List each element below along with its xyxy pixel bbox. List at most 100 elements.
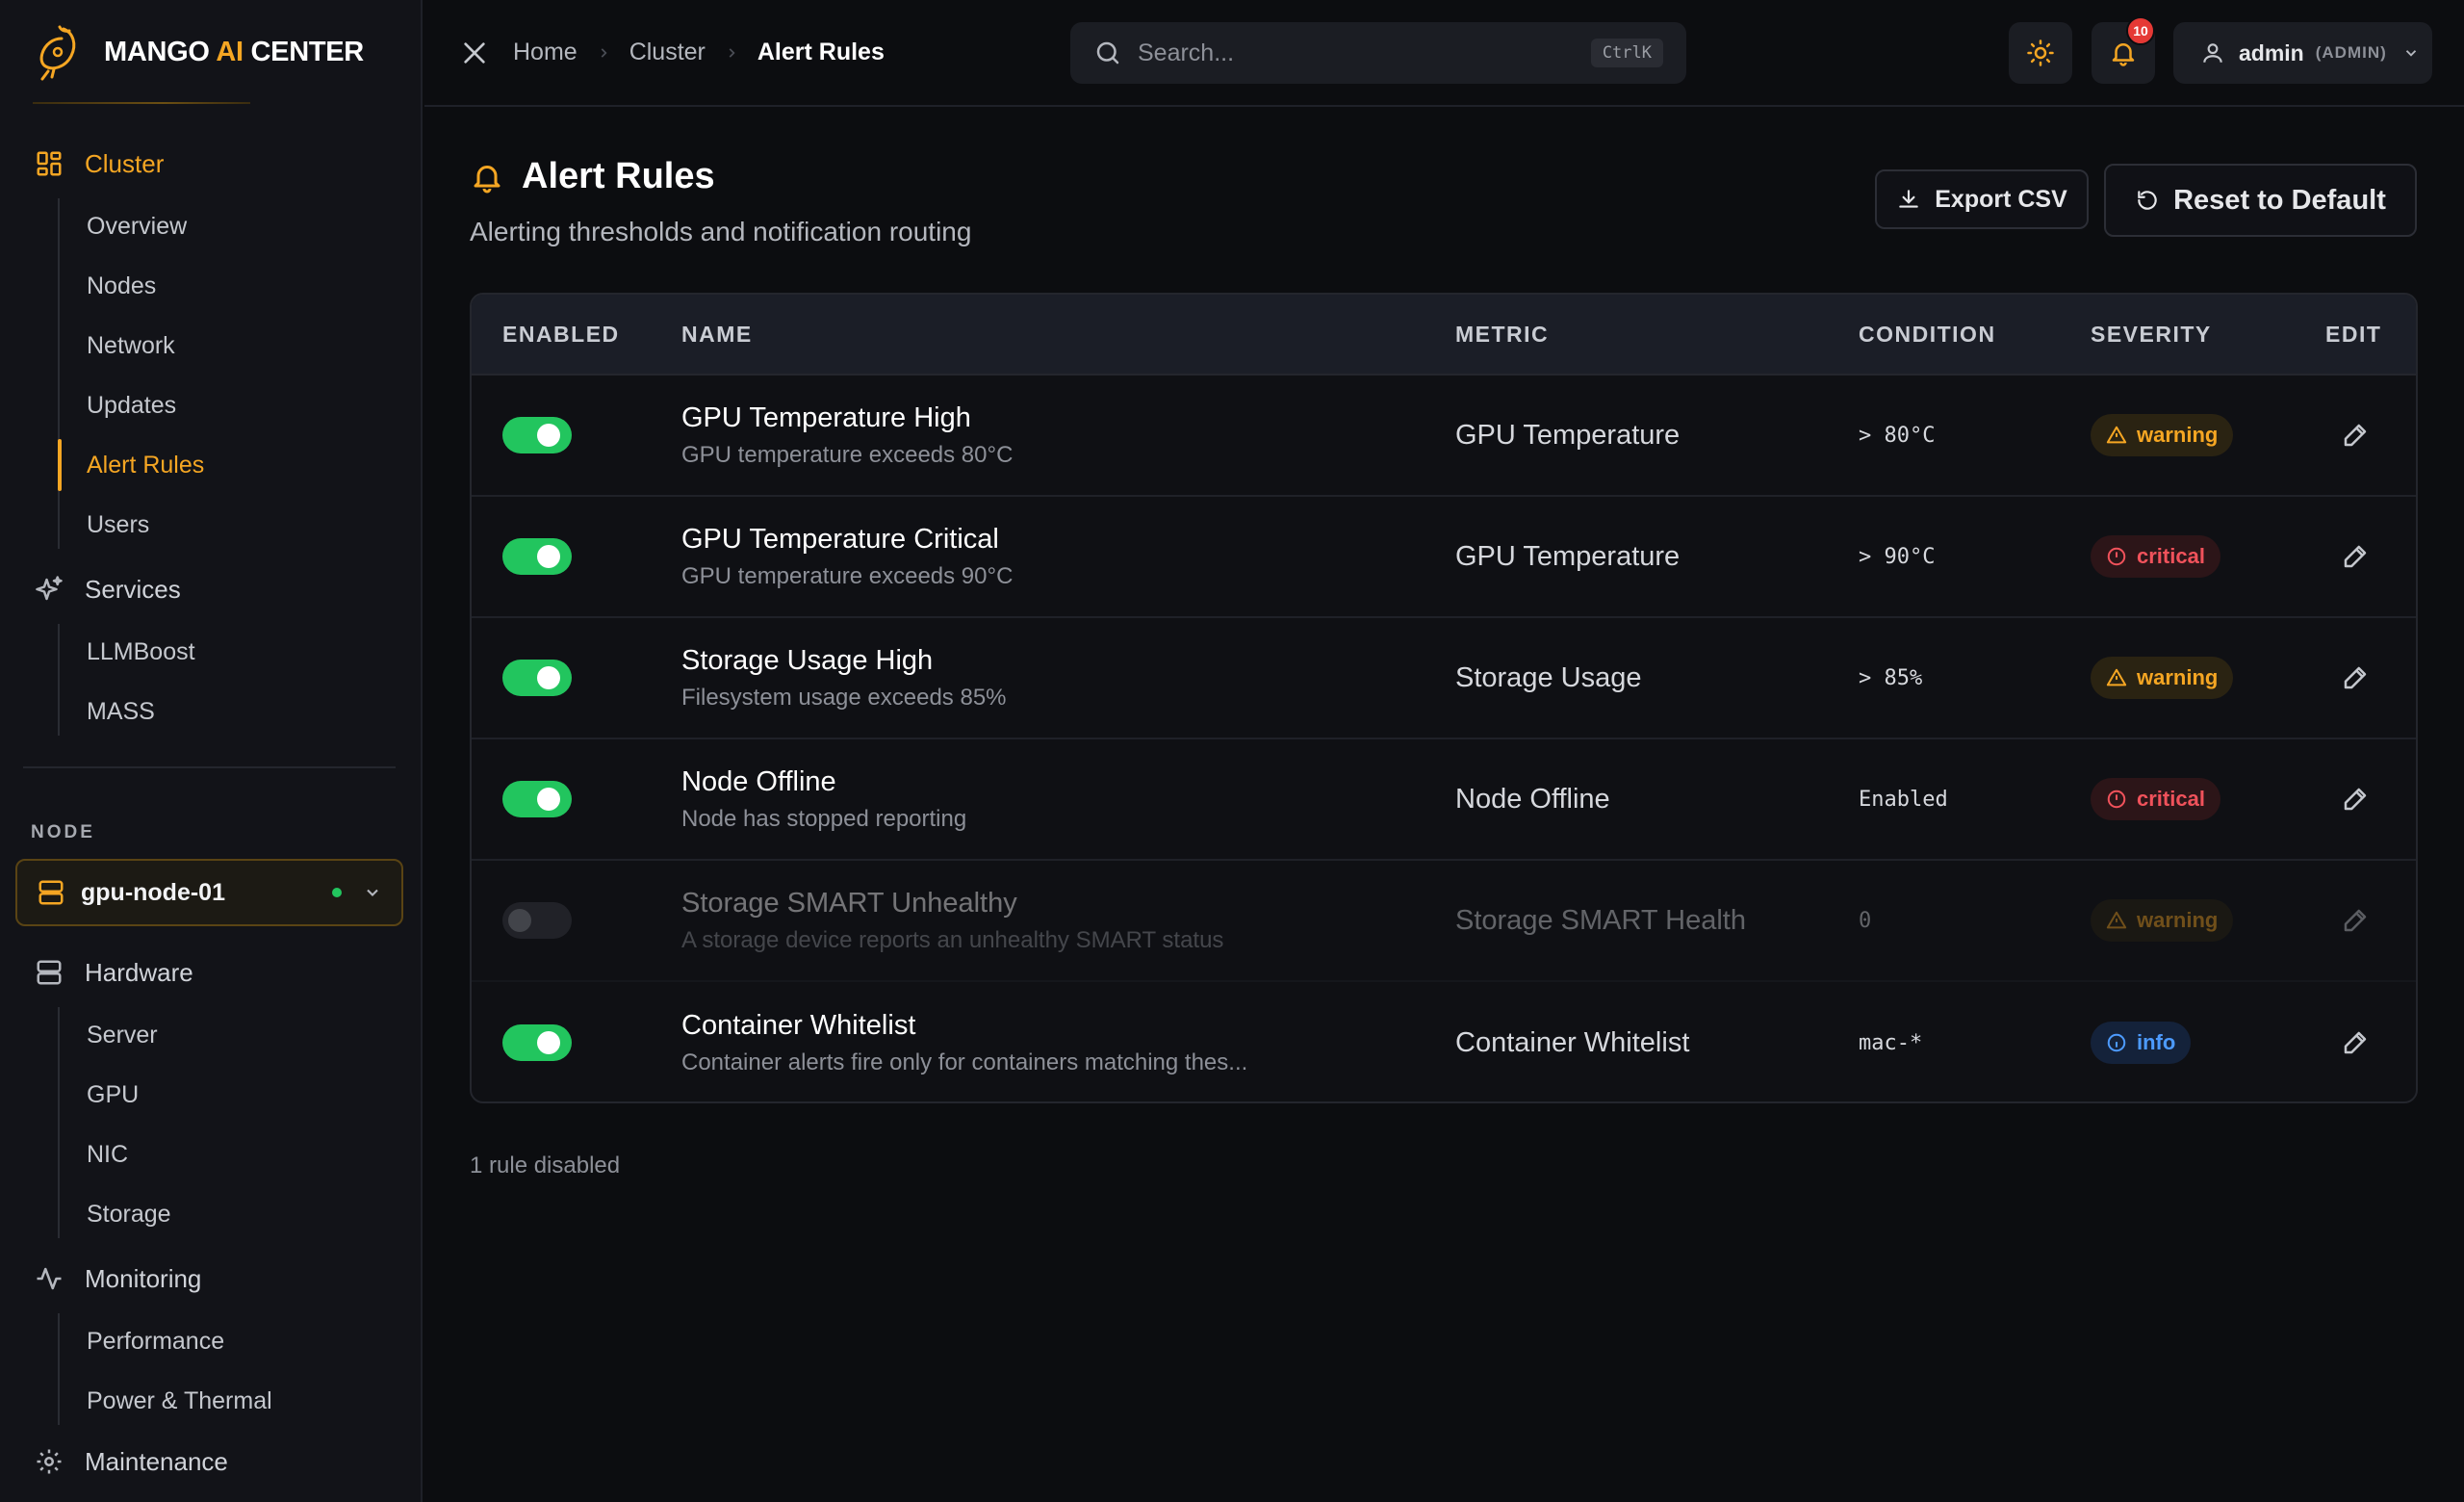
warning-icon (2106, 426, 2127, 444)
rule-metric: Node Offline (1455, 783, 1610, 815)
enabled-toggle[interactable] (502, 781, 572, 817)
nav-group-maintenance[interactable]: Maintenance (0, 1435, 421, 1489)
sidebar-item-storage[interactable]: Storage (58, 1184, 421, 1244)
search-shortcut: CtrlK (1590, 39, 1663, 67)
bell-icon (474, 165, 500, 193)
sidebar-item-server[interactable]: Server (58, 1005, 421, 1065)
sidebar-item-updates[interactable]: Updates (58, 376, 421, 435)
info-icon (2107, 1033, 2126, 1052)
alert-circle-icon (2107, 547, 2126, 566)
node-name: gpu-node-01 (81, 878, 225, 906)
node-selector[interactable]: gpu-node-01 (15, 859, 403, 926)
user-icon (2203, 43, 2222, 63)
rule-name: Node Offline (681, 765, 836, 797)
rule-name: Container Whitelist (681, 1009, 916, 1041)
rule-metric: Container Whitelist (1455, 1026, 1690, 1058)
search-input[interactable] (1138, 39, 1591, 67)
rule-name: GPU Temperature High (681, 401, 971, 433)
edit-icon[interactable] (2341, 542, 2370, 571)
nav-group-label: Cluster (85, 148, 165, 178)
edit-icon[interactable] (2341, 663, 2370, 692)
breadcrumb-cluster[interactable]: Cluster (629, 39, 706, 66)
breadcrumb: Home Cluster Alert Rules (513, 39, 885, 66)
rule-name: Storage Usage High (681, 644, 934, 676)
sidebar-item-performance[interactable]: Performance (58, 1311, 421, 1371)
severity-label: info (2137, 1030, 2176, 1054)
search-bar[interactable]: CtrlK (1070, 22, 1686, 84)
sidebar-item-llmboost[interactable]: LLMBoost (58, 622, 421, 682)
warning-icon (2106, 911, 2127, 929)
theme-toggle-button[interactable] (2009, 22, 2072, 84)
nav-group-cluster[interactable]: Cluster (0, 137, 421, 191)
disabled-rules-note: 1 rule disabled (470, 1152, 621, 1178)
brand[interactable]: MANGO AI CENTER (0, 0, 421, 106)
page-title: Alert Rules (522, 156, 715, 196)
user-role: (ADMIN) (2315, 43, 2387, 62)
server-icon (38, 880, 64, 905)
sidebar-item-network[interactable]: Network (58, 316, 421, 376)
severity-badge: warning (2091, 899, 2234, 942)
sidebar: MANGO AI CENTER Cluster Overview Nodes N… (0, 0, 423, 1502)
sidebar-item-nodes[interactable]: Nodes (58, 256, 421, 316)
node-section-label: NODE (31, 822, 95, 842)
enabled-toggle[interactable] (502, 902, 572, 939)
page-header: Alert Rules Alerting thresholds and noti… (470, 156, 971, 247)
sidebar-item-mass[interactable]: MASS (58, 682, 421, 741)
alert-rules-table: ENABLED NAME METRIC CONDITION SEVERITY E… (470, 293, 2418, 1103)
nav-group-hardware[interactable]: Hardware (0, 945, 421, 999)
col-metric: METRIC (1455, 321, 1550, 347)
sidebar-divider (23, 766, 396, 768)
mango-logo-icon (39, 25, 76, 81)
enabled-toggle[interactable] (502, 660, 572, 696)
rule-metric: GPU Temperature (1455, 540, 1681, 572)
export-csv-button[interactable]: Export CSV (1875, 169, 2089, 229)
reset-icon (2138, 191, 2157, 210)
severity-label: critical (2137, 544, 2205, 568)
rule-name: GPU Temperature Critical (681, 523, 999, 555)
sidebar-item-power-thermal[interactable]: Power & Thermal (58, 1371, 421, 1431)
search-icon (1096, 41, 1119, 65)
nav-group-services[interactable]: Services (0, 562, 421, 616)
enabled-toggle[interactable] (502, 1024, 572, 1061)
sun-icon (2027, 39, 2054, 66)
sparkles-icon (36, 576, 63, 601)
nav-group-label: Maintenance (85, 1446, 228, 1476)
cluster-subnav: Overview Nodes Network Updates Alert Rul… (58, 191, 421, 555)
severity-badge: critical (2091, 778, 2220, 820)
edit-icon[interactable] (2341, 906, 2370, 935)
sidebar-item-nic[interactable]: NIC (58, 1125, 421, 1184)
rule-description: GPU temperature exceeds 80°C (681, 441, 1014, 468)
severity-badge: warning (2091, 657, 2234, 699)
rule-metric: GPU Temperature (1455, 419, 1681, 451)
sidebar-item-users[interactable]: Users (58, 495, 421, 555)
sidebar-item-alert-rules[interactable]: Alert Rules (58, 435, 421, 495)
enabled-toggle[interactable] (502, 538, 572, 575)
topbar: Home Cluster Alert Rules CtrlK 10 admin … (424, 0, 2464, 107)
rule-metric: Storage Usage (1455, 661, 1642, 693)
activity-icon (37, 1267, 62, 1290)
edit-icon[interactable] (2341, 1028, 2370, 1057)
rule-description: Container alerts fire only for container… (681, 1049, 1248, 1075)
breadcrumb-home[interactable]: Home (513, 39, 578, 66)
toggle-knob (537, 424, 560, 447)
reset-default-button[interactable]: Reset to Default (2104, 164, 2417, 237)
user-menu-button[interactable]: admin (ADMIN) (2173, 22, 2432, 84)
services-subnav: LLMBoost MASS (58, 616, 421, 741)
enabled-toggle[interactable] (502, 417, 572, 453)
rule-condition: > 80°C (1859, 423, 1936, 448)
table-row: Container Whitelist Container alerts fire… (472, 982, 2416, 1101)
monitoring-subnav: Performance Power & Thermal (58, 1306, 421, 1431)
sidebar-item-gpu[interactable]: GPU (58, 1065, 421, 1125)
nav-group-monitoring[interactable]: Monitoring (0, 1252, 421, 1306)
reset-default-label: Reset to Default (2173, 184, 2386, 216)
rule-condition: mac-* (1859, 1030, 1923, 1055)
sidebar-item-overview[interactable]: Overview (58, 196, 421, 256)
col-enabled: ENABLED (502, 321, 620, 347)
rule-description: Filesystem usage exceeds 85% (681, 684, 1007, 711)
edit-icon[interactable] (2341, 785, 2370, 814)
close-icon[interactable] (459, 38, 490, 68)
notifications-button[interactable]: 10 (2092, 16, 2155, 84)
page-subtitle: Alerting thresholds and notification rou… (470, 217, 972, 246)
brand-name: MANGO AI CENTER (104, 36, 364, 67)
edit-icon[interactable] (2341, 421, 2370, 450)
